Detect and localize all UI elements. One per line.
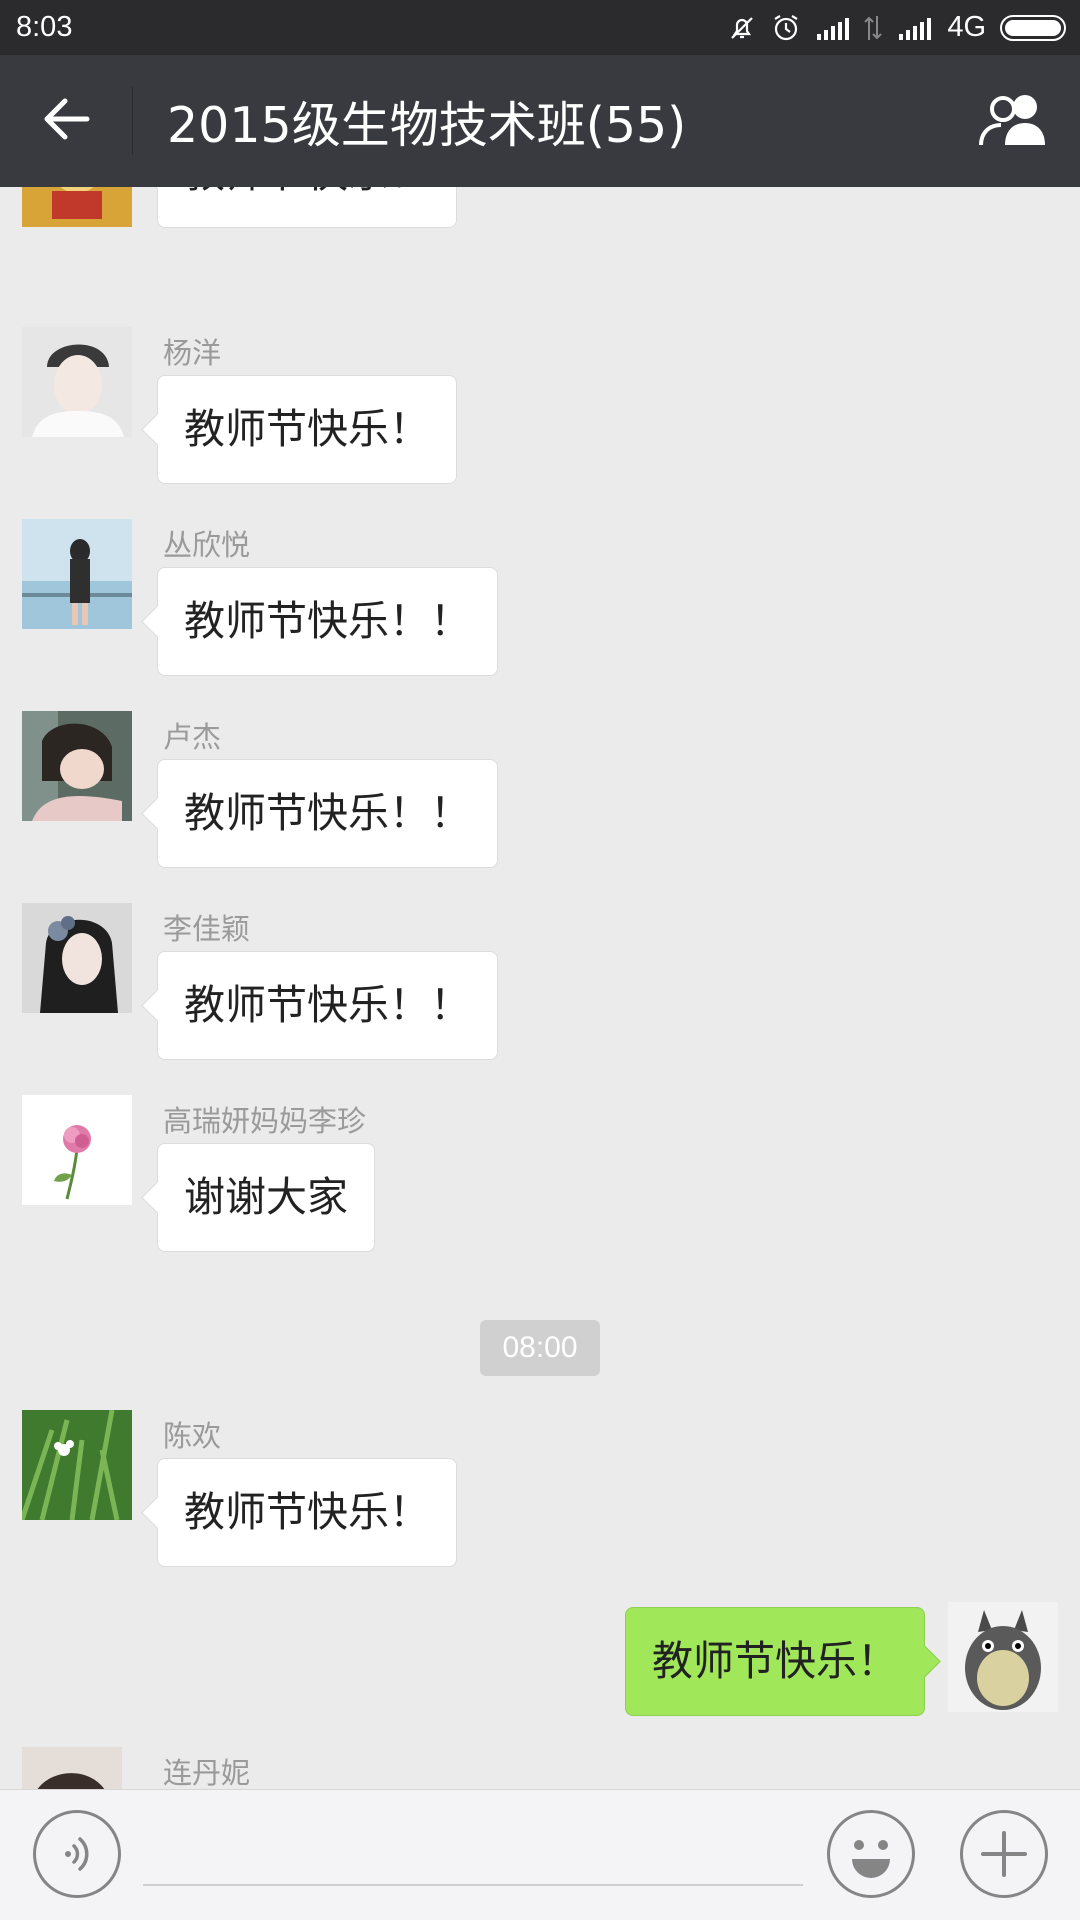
timestamp-chip: 08:00 bbox=[480, 1320, 600, 1376]
data-icon bbox=[863, 14, 883, 42]
message-bubble[interactable]: 教师节快乐！！ bbox=[157, 951, 498, 1060]
page-title: 2015级生物技术班(55) bbox=[167, 96, 687, 154]
input-bar bbox=[0, 1789, 1080, 1920]
avatar[interactable] bbox=[22, 519, 132, 629]
back-button[interactable] bbox=[0, 55, 132, 187]
sender-name: 高瑞妍妈妈李珍 bbox=[163, 1104, 367, 1138]
sender-name: 杨洋 bbox=[163, 336, 222, 370]
alarm-icon bbox=[771, 13, 801, 43]
title-bar: 2015级生物技术班(55) bbox=[0, 55, 1080, 187]
emoji-button[interactable] bbox=[827, 1810, 915, 1898]
back-arrow-icon bbox=[41, 97, 91, 145]
sender-name: 丛欣悦 bbox=[163, 528, 251, 562]
title-divider bbox=[132, 87, 133, 155]
sender-name: 李佳颖 bbox=[163, 912, 251, 946]
message-bubble[interactable]: 教师节快乐！！ bbox=[157, 567, 498, 676]
avatar[interactable] bbox=[22, 187, 132, 227]
message-bubble[interactable]: 教师节快乐！ bbox=[157, 1458, 457, 1567]
group-members-icon bbox=[977, 91, 1053, 151]
message-input[interactable] bbox=[143, 1820, 803, 1886]
avatar[interactable] bbox=[22, 1410, 132, 1520]
avatar[interactable] bbox=[22, 327, 132, 437]
avatar[interactable] bbox=[22, 1095, 132, 1205]
signal-icon bbox=[815, 16, 850, 40]
battery-icon bbox=[1000, 14, 1066, 41]
message-bubble[interactable]: 教师节快乐！ bbox=[157, 375, 457, 484]
avatar[interactable] bbox=[22, 903, 132, 1013]
message-bubble[interactable]: 教师节快乐！！ bbox=[157, 759, 498, 868]
avatar[interactable] bbox=[22, 711, 132, 821]
group-members-button[interactable] bbox=[950, 55, 1080, 187]
message-bubble[interactable]: 谢谢大家 bbox=[157, 1143, 375, 1252]
chat-area[interactable]: 教师节快乐！ 杨洋 教师节快乐！ 丛欣悦 教师节快乐！！ 卢杰 教师节快乐！！ … bbox=[0, 187, 1080, 1789]
signal-icon bbox=[897, 16, 932, 40]
avatar[interactable] bbox=[22, 1747, 122, 1789]
my-message-bubble[interactable]: 教师节快乐！ bbox=[625, 1607, 925, 1716]
status-icons: 4G bbox=[727, 11, 1066, 44]
status-time: 8:03 bbox=[16, 11, 73, 43]
message-bubble[interactable]: 教师节快乐！ bbox=[157, 187, 457, 228]
network-type: 4G bbox=[947, 11, 986, 43]
my-avatar[interactable] bbox=[948, 1602, 1058, 1712]
more-button[interactable] bbox=[960, 1810, 1048, 1898]
sender-name: 陈欢 bbox=[163, 1419, 222, 1453]
sender-name: 卢杰 bbox=[163, 720, 222, 754]
voice-button[interactable] bbox=[33, 1810, 121, 1898]
mute-icon bbox=[727, 13, 757, 43]
status-bar: 8:03 4G bbox=[0, 0, 1080, 55]
sender-name: 连丹妮 bbox=[163, 1756, 251, 1789]
